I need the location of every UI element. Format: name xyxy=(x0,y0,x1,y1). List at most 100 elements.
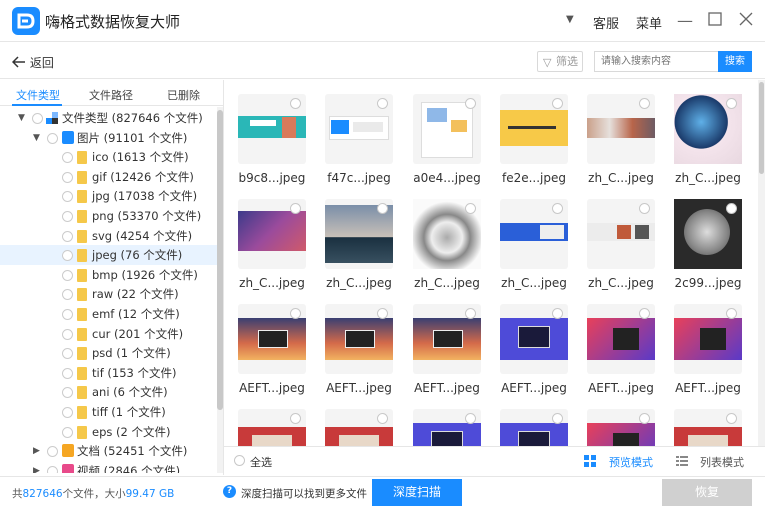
file-select-radio[interactable] xyxy=(465,413,476,424)
file-select-radio[interactable] xyxy=(377,308,388,319)
file-select-radio[interactable] xyxy=(290,203,301,214)
file-select-radio[interactable] xyxy=(552,413,563,424)
file-thumbnail-card[interactable] xyxy=(238,304,306,374)
tree-node[interactable]: ▶ 视频 (2846 个文件) xyxy=(0,461,217,473)
tree-node[interactable]: ico (1613 个文件) xyxy=(0,147,217,167)
tree-node-radio[interactable] xyxy=(62,426,73,438)
file-select-radio[interactable] xyxy=(726,413,737,424)
file-select-radio[interactable] xyxy=(726,203,737,214)
filter-button[interactable]: ▽ 筛选 xyxy=(537,51,583,72)
file-select-radio[interactable] xyxy=(290,413,301,424)
tree-node[interactable]: bmp (1926 个文件) xyxy=(0,265,217,285)
file-select-radio[interactable] xyxy=(726,308,737,319)
file-select-radio[interactable] xyxy=(290,98,301,109)
file-thumbnail-card[interactable] xyxy=(238,94,306,164)
back-button[interactable]: 返回 xyxy=(11,54,54,71)
grid-scrollbar-thumb[interactable] xyxy=(759,82,764,174)
deep-scan-button[interactable]: 深度扫描 xyxy=(372,479,462,506)
tree-node-radio[interactable] xyxy=(62,367,73,379)
file-thumbnail-card[interactable] xyxy=(674,304,742,374)
select-all-label[interactable]: 全选 xyxy=(250,454,272,470)
tree-node[interactable]: tiff (1 个文件) xyxy=(0,402,217,422)
dropdown-icon[interactable]: ▼ xyxy=(566,14,574,25)
file-thumbnail-card[interactable] xyxy=(500,409,568,446)
tree-node-radio[interactable] xyxy=(62,328,73,340)
expand-arrow-icon[interactable]: ▼ xyxy=(18,108,25,128)
tree-node-radio[interactable] xyxy=(62,152,73,164)
file-select-radio[interactable] xyxy=(465,203,476,214)
expand-arrow-icon[interactable]: ▶ xyxy=(33,441,40,461)
tree-node-radio[interactable] xyxy=(47,465,58,473)
tree-node[interactable]: jpeg (76 个文件) xyxy=(0,245,217,266)
file-thumbnail-card[interactable] xyxy=(325,199,393,269)
close-icon[interactable] xyxy=(735,10,757,32)
file-thumbnail-card[interactable] xyxy=(238,199,306,269)
tree-node-radio[interactable] xyxy=(62,230,73,242)
expand-arrow-icon[interactable]: ▶ xyxy=(33,461,40,473)
file-select-radio[interactable] xyxy=(377,203,388,214)
file-thumbnail-card[interactable] xyxy=(325,94,393,164)
file-thumbnail-card[interactable] xyxy=(674,94,742,164)
file-thumbnail-card[interactable] xyxy=(413,94,481,164)
file-thumbnail-card[interactable] xyxy=(238,409,306,446)
file-select-radio[interactable] xyxy=(552,308,563,319)
tree-node-radio[interactable] xyxy=(62,309,73,320)
file-select-radio[interactable] xyxy=(465,98,476,109)
tree-node-radio[interactable] xyxy=(62,289,73,301)
tab-deleted[interactable]: 已删除 xyxy=(167,87,200,103)
tree-node[interactable]: ani (6 个文件) xyxy=(0,382,217,402)
tree-node[interactable]: eps (2 个文件) xyxy=(0,422,217,442)
file-select-radio[interactable] xyxy=(290,308,301,319)
file-thumbnail-card[interactable] xyxy=(413,199,481,269)
file-thumbnail-card[interactable] xyxy=(587,199,655,269)
search-button[interactable]: 搜索 xyxy=(718,51,752,72)
file-select-radio[interactable] xyxy=(639,413,650,424)
file-thumbnail-card[interactable] xyxy=(674,409,742,446)
tree-node-radio[interactable] xyxy=(62,211,73,222)
file-select-radio[interactable] xyxy=(552,203,563,214)
tree-node[interactable]: png (53370 个文件) xyxy=(0,206,217,226)
select-all-radio[interactable] xyxy=(234,455,245,466)
menu-button[interactable]: 菜单 xyxy=(636,13,662,32)
tree-node[interactable]: ▼ 图片 (91101 个文件) xyxy=(0,128,217,148)
file-thumbnail-card[interactable] xyxy=(413,304,481,374)
recover-button[interactable]: 恢复 xyxy=(662,479,752,506)
tree-node-radio[interactable] xyxy=(62,407,73,418)
tree-node-radio[interactable] xyxy=(62,387,73,399)
tree-node[interactable]: ▼ 文件类型 (827646 个文件) xyxy=(0,108,217,128)
file-select-radio[interactable] xyxy=(639,203,650,214)
tree-node[interactable]: psd (1 个文件) xyxy=(0,343,217,363)
tree-node-radio[interactable] xyxy=(62,250,73,262)
file-select-radio[interactable] xyxy=(552,98,563,109)
file-thumbnail-card[interactable] xyxy=(500,94,568,164)
tree-node-radio[interactable] xyxy=(47,446,58,458)
file-thumbnail-card[interactable] xyxy=(587,409,655,446)
maximize-icon[interactable] xyxy=(704,10,726,32)
tree-node[interactable]: jpg (17038 个文件) xyxy=(0,186,217,206)
preview-mode-button[interactable]: 预览模式 xyxy=(609,454,653,470)
grid-view-icon[interactable] xyxy=(584,455,596,467)
tree-node[interactable]: tif (153 个文件) xyxy=(0,363,217,383)
tree-node[interactable]: gif (12426 个文件) xyxy=(0,167,217,187)
minimize-icon[interactable]: — xyxy=(674,10,696,32)
file-thumbnail-card[interactable] xyxy=(500,199,568,269)
file-select-radio[interactable] xyxy=(465,308,476,319)
file-select-radio[interactable] xyxy=(377,413,388,424)
tree-node-radio[interactable] xyxy=(32,113,43,124)
file-thumbnail-card[interactable] xyxy=(587,304,655,374)
tree-node-radio[interactable] xyxy=(62,348,73,360)
file-thumbnail-card[interactable] xyxy=(325,304,393,374)
tab-file-type[interactable]: 文件类型 xyxy=(16,87,60,103)
file-select-radio[interactable] xyxy=(639,308,650,319)
file-thumbnail-card[interactable] xyxy=(413,409,481,446)
tree-node-radio[interactable] xyxy=(62,269,73,281)
tree-node-radio[interactable] xyxy=(62,171,73,183)
file-select-radio[interactable] xyxy=(639,98,650,109)
tree-node[interactable]: cur (201 个文件) xyxy=(0,324,217,344)
tree-node[interactable]: ▶ 文档 (52451 个文件) xyxy=(0,441,217,461)
file-thumbnail-card[interactable] xyxy=(500,304,568,374)
list-mode-button[interactable]: 列表模式 xyxy=(700,454,744,470)
customer-service-button[interactable]: 客服 xyxy=(593,13,619,32)
tree-node-radio[interactable] xyxy=(62,191,73,203)
list-view-icon[interactable] xyxy=(676,455,688,467)
